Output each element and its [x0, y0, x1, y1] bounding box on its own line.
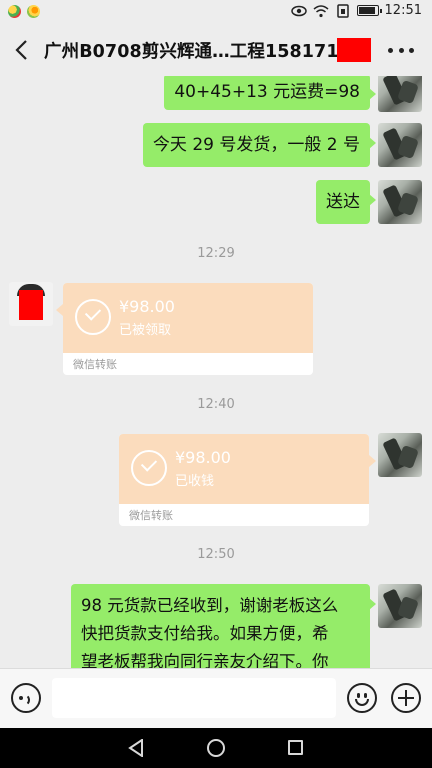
app-notification-icon	[27, 5, 40, 18]
transfer-status: 已收钱	[175, 474, 215, 489]
transfer-footer: 微信转账	[129, 509, 173, 522]
battery-fill	[358, 7, 375, 14]
more-dots-icon[interactable]	[388, 40, 414, 60]
message-bubble[interactable]: 送达	[316, 180, 376, 224]
message-line: 98 元货款已经收到，谢谢老板这么	[81, 596, 339, 615]
chat-title: 广州B0708剪兴辉通…工程15817119	[44, 42, 364, 62]
message-text: 今天 29 号发货，一般 2 号	[152, 135, 360, 155]
avatar[interactable]	[378, 180, 422, 224]
app-notification-icon	[8, 5, 21, 18]
nav-back-icon[interactable]	[128, 739, 144, 757]
clock: 12:51	[384, 3, 422, 18]
timestamp: 12:29	[197, 246, 235, 261]
avatar[interactable]	[378, 433, 422, 477]
check-circle-icon	[131, 450, 167, 486]
chevron-left-icon[interactable]	[10, 36, 36, 64]
nav-recent-icon[interactable]	[288, 740, 303, 755]
transfer-card[interactable]: ¥98.00 已被领取 微信转账	[63, 283, 313, 375]
message-bubble[interactable]: 98 元货款已经收到，谢谢老板这么 快把货款支付给我。如果方便，希 望老板帮我向…	[71, 584, 376, 668]
avatar[interactable]	[378, 123, 422, 167]
wifi-icon	[313, 4, 329, 17]
bubble-tail	[369, 455, 376, 467]
message-bubble[interactable]: 40+45+13 元运费=98	[164, 76, 376, 110]
chat-area[interactable]: 40+45+13 元运费=98 今天 29 号发货，一般 2 号 送达 12:2…	[0, 76, 432, 668]
nav-home-icon[interactable]	[207, 739, 225, 757]
eye-icon	[290, 5, 307, 16]
battery-icon	[356, 5, 382, 16]
message-text: 送达	[326, 192, 360, 212]
transfer-amount: ¥98.00	[119, 297, 175, 316]
system-status: 12:51	[290, 3, 422, 18]
transfer-amount: ¥98.00	[175, 448, 231, 467]
voice-icon[interactable]	[11, 683, 41, 713]
emoji-icon[interactable]	[347, 683, 377, 713]
notification-icons	[8, 5, 40, 18]
message-line: 望老板帮我向同行亲友介绍下。你	[81, 652, 329, 668]
redaction-box	[337, 38, 371, 62]
message-bubble[interactable]: 今天 29 号发货，一般 2 号	[142, 123, 377, 167]
timestamp: 12:50	[197, 547, 235, 562]
status-bar: 12:51	[0, 0, 432, 24]
system-nav-bar	[0, 728, 432, 768]
timestamp: 12:40	[197, 397, 235, 412]
transfer-status: 已被领取	[119, 323, 172, 338]
avatar[interactable]	[378, 76, 422, 112]
sim-icon	[336, 3, 349, 18]
check-circle-icon	[75, 299, 111, 335]
transfer-card[interactable]: ¥98.00 已收钱 微信转账	[119, 434, 369, 526]
avatar[interactable]	[9, 282, 53, 326]
transfer-card-body: ¥98.00 已被领取	[63, 283, 313, 353]
message-text: 40+45+13 元运费=98	[174, 82, 360, 102]
plus-icon[interactable]	[391, 683, 421, 713]
message-input[interactable]	[52, 678, 336, 718]
avatar[interactable]	[378, 584, 422, 628]
redaction-box	[19, 290, 43, 320]
bubble-tail	[56, 304, 63, 316]
transfer-card-body: ¥98.00 已收钱	[119, 434, 369, 504]
transfer-footer: 微信转账	[73, 358, 117, 371]
input-bar	[0, 668, 432, 728]
chat-header: 广州B0708剪兴辉通…工程15817119	[0, 24, 432, 76]
message-line: 快把货款支付给我。如果方便，希	[81, 624, 329, 643]
